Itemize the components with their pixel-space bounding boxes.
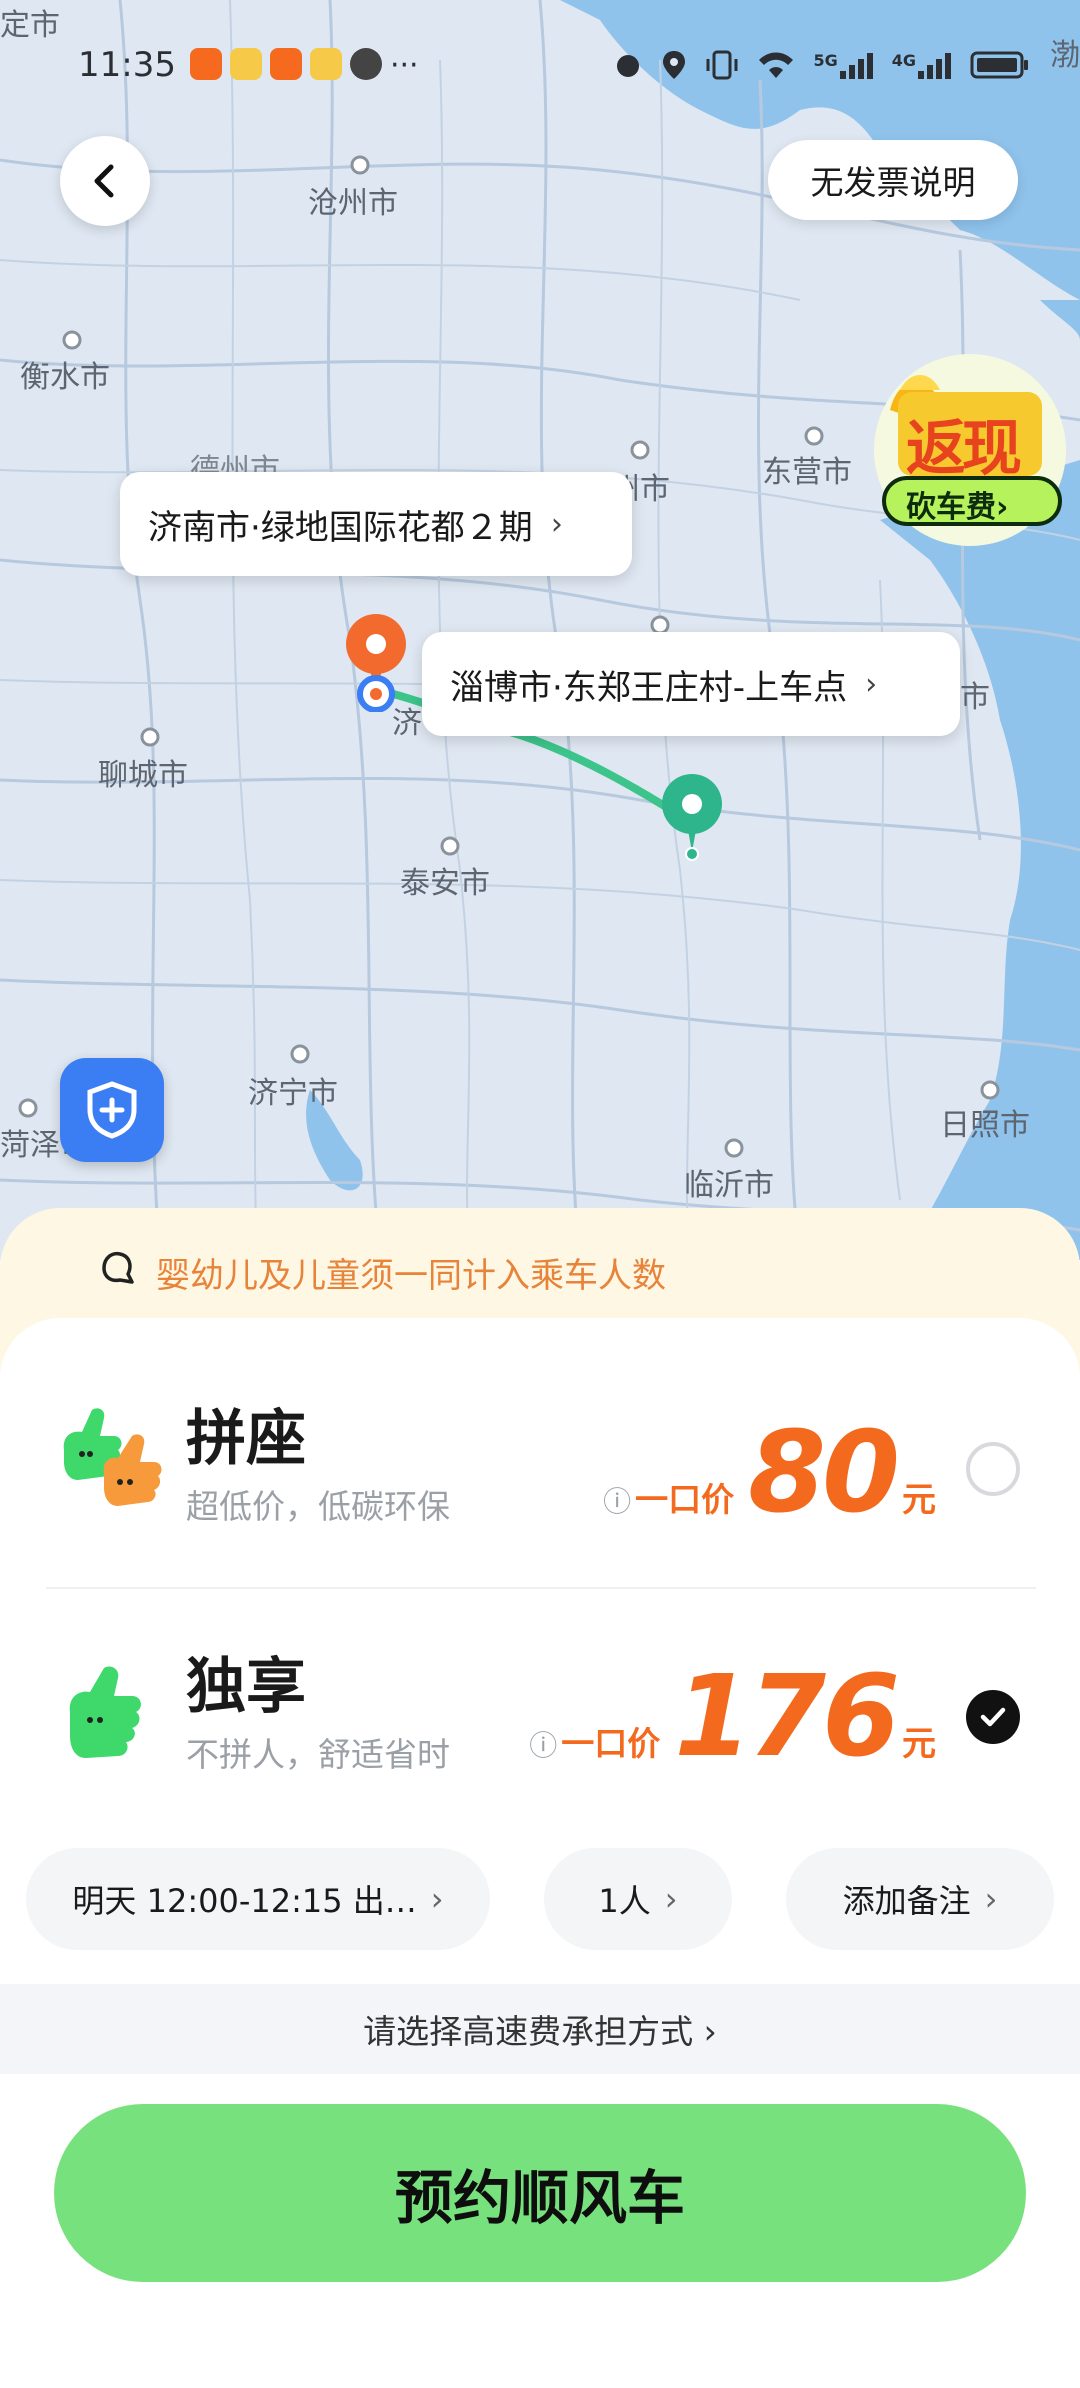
option-subtitle: 不拼人，舒适省时 bbox=[186, 1735, 450, 1774]
option-shared-seat[interactable]: 拼座 超低价，低碳环保 ⓘ 一口价 80 元 bbox=[0, 1370, 1080, 1570]
book-ride-button[interactable]: 预约顺风车 bbox=[54, 2104, 1026, 2282]
map-view[interactable]: 定市 沧州市 衡水市 德州市 滨州市 东营市 聊城市 泰安市 济宁市 菏泽市 临… bbox=[0, 0, 1080, 1260]
chevron-right-icon: › bbox=[865, 666, 878, 702]
signal-bars-icon bbox=[918, 53, 951, 79]
bell-icon bbox=[102, 1251, 134, 1284]
signal-bars-icon bbox=[839, 53, 873, 79]
battery-icon bbox=[970, 51, 1028, 79]
signal-5g: 5G bbox=[813, 51, 873, 79]
origin-location-label: 济南市·绿地国际花都２期 bbox=[148, 507, 533, 548]
checkmark-icon bbox=[980, 1707, 1006, 1727]
chevron-left-icon bbox=[94, 164, 114, 198]
option-subtitle: 超低价，低碳环保 bbox=[186, 1487, 450, 1526]
option-title: 拼座 bbox=[186, 1404, 306, 1474]
pickup-location-label: 淄博市·东郑王庄村-上车点 bbox=[450, 667, 848, 708]
notification-icons: ··· bbox=[189, 47, 419, 83]
price-unit: 元 bbox=[902, 1724, 936, 1764]
more-notifications: ··· bbox=[389, 47, 419, 83]
taobao-icon bbox=[189, 47, 222, 80]
thumbs-up-icon bbox=[69, 1666, 141, 1758]
notice-text: 婴幼儿及儿童须一同计入乘车人数 bbox=[156, 1256, 666, 1296]
option-divider bbox=[46, 1587, 1036, 1589]
location-icon bbox=[663, 51, 686, 79]
price-label: 一口价 bbox=[635, 1480, 735, 1519]
vibrate-icon bbox=[706, 50, 738, 80]
chevron-right-icon: › bbox=[430, 1880, 444, 1918]
add-note-label: 添加备注 bbox=[842, 1882, 971, 1920]
chevron-right-icon: › bbox=[550, 506, 563, 542]
origin-location-card[interactable]: 济南市·绿地国际花都２期 › bbox=[120, 472, 632, 576]
pickup-location-card[interactable]: 淄博市·东郑王庄村-上车点 › bbox=[422, 632, 960, 736]
passenger-count-chip[interactable]: 1人 › bbox=[544, 1848, 732, 1950]
option-price: ⓘ 一口价 80 元 bbox=[603, 1408, 936, 1538]
weibo-icon bbox=[229, 47, 262, 80]
system-icons: 5G 4G bbox=[613, 49, 1030, 81]
alarm-icon bbox=[617, 55, 640, 77]
safety-shield-button[interactable] bbox=[60, 1058, 164, 1162]
taobao-icon bbox=[269, 47, 302, 80]
info-icon[interactable]: ⓘ bbox=[529, 1724, 557, 1764]
departure-time-chip[interactable]: 明天 12:00-12:15 出… › bbox=[26, 1848, 490, 1950]
price-unit: 元 bbox=[902, 1480, 936, 1520]
no-invoice-button[interactable]: 无发票说明 bbox=[768, 140, 1018, 220]
cashback-promo-badge[interactable]: 返现 砍车费› bbox=[870, 350, 1070, 550]
wifi-icon bbox=[759, 52, 794, 78]
price-value: 176 bbox=[674, 1652, 900, 1782]
add-note-chip[interactable]: 添加备注 › bbox=[786, 1848, 1054, 1950]
back-button[interactable] bbox=[60, 136, 150, 226]
option-exclusive[interactable]: 独享 不拼人，舒适省时 ⓘ 一口价 176 元 bbox=[0, 1622, 1080, 1822]
wechat-icon bbox=[349, 47, 382, 80]
signal-4g: 4G bbox=[892, 51, 952, 79]
status-bar: 11:35 ··· 5G 4G bbox=[78, 40, 1080, 90]
option-radio-unselected[interactable] bbox=[966, 1442, 1020, 1496]
chevron-right-icon: › bbox=[664, 1880, 678, 1918]
departure-time-label: 明天 12:00-12:15 出… bbox=[72, 1882, 417, 1920]
cashback-subtitle: 砍车费› bbox=[906, 490, 1009, 525]
destination-pin-icon[interactable] bbox=[656, 772, 732, 864]
option-title: 独享 bbox=[186, 1652, 306, 1722]
chevron-right-icon: › bbox=[984, 1880, 998, 1918]
price-label: 一口价 bbox=[561, 1724, 661, 1763]
info-icon[interactable]: ⓘ bbox=[603, 1480, 631, 1520]
price-value: 80 bbox=[748, 1408, 900, 1538]
weibo-icon bbox=[309, 47, 342, 80]
toll-payment-selector[interactable]: 请选择高速费承担方式 › bbox=[0, 1984, 1080, 2074]
status-time: 11:35 bbox=[78, 45, 176, 85]
thumbs-up-pair-icon bbox=[63, 1408, 162, 1506]
passenger-count-label: 1人 bbox=[598, 1882, 651, 1920]
shield-icon bbox=[87, 1081, 137, 1139]
option-price: ⓘ 一口价 176 元 bbox=[529, 1652, 936, 1782]
origin-pin-icon[interactable] bbox=[340, 608, 412, 712]
cashback-title: 返现 bbox=[906, 414, 1022, 484]
option-radio-selected[interactable] bbox=[966, 1690, 1020, 1744]
